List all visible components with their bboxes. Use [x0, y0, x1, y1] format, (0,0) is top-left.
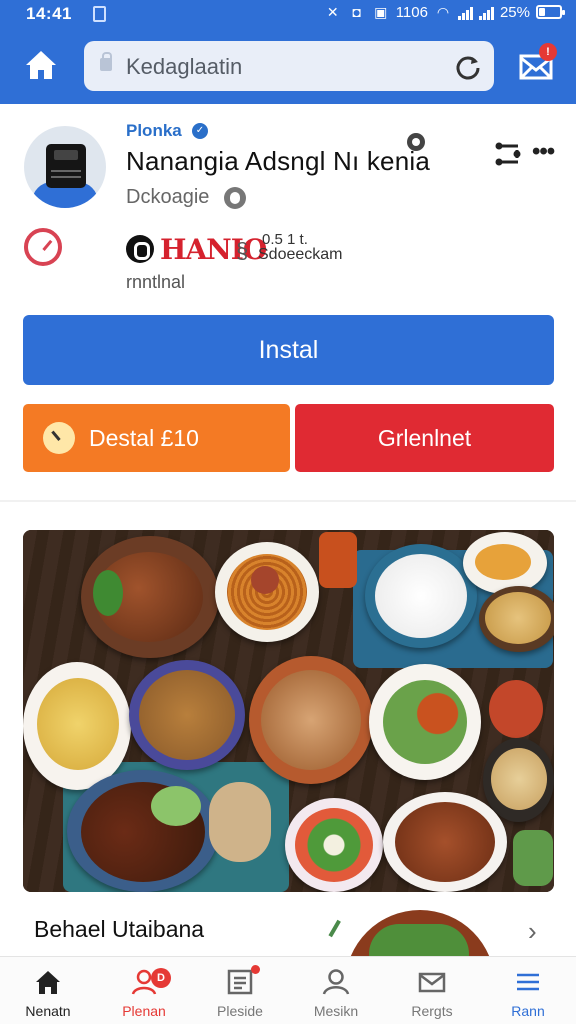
- nav-item-profile[interactable]: Mesikn: [288, 957, 384, 1024]
- rating-icon: [24, 228, 62, 266]
- food-greens: [93, 570, 123, 616]
- nav-label: Mesikn: [313, 1003, 359, 1019]
- food-veg: [295, 808, 373, 882]
- food-mixed: [383, 680, 467, 764]
- home-nav-icon: [36, 971, 60, 994]
- food-salad: [475, 544, 531, 580]
- offer-button[interactable]: Destal £10: [23, 404, 290, 472]
- nav-label: Rergts: [411, 1003, 453, 1019]
- verified-icon: ✓: [192, 123, 208, 139]
- nav-item-plans[interactable]: D Plenan: [96, 957, 192, 1024]
- sub-label: rnntlnal: [126, 272, 186, 292]
- food-meatball: [251, 566, 279, 594]
- more-options-icon[interactable]: •••: [532, 138, 555, 166]
- app-icon-device: [46, 144, 86, 188]
- status-bar: 14:41 ✕ ◘ ▣ 1106 ◠ 25%: [0, 0, 576, 30]
- section-title[interactable]: Behael Utaibana: [34, 916, 204, 943]
- signal-icon: [457, 4, 473, 20]
- divider: [0, 500, 576, 502]
- app-icon: [24, 126, 106, 208]
- nav-dot: [251, 965, 260, 974]
- reload-icon[interactable]: [454, 53, 482, 81]
- brand-text: HANIO: [160, 233, 267, 266]
- nav-label: Nenatn: [25, 1003, 71, 1019]
- app-title: Nanangia Adsngl Nı kenia: [126, 146, 431, 176]
- mail-badge: !: [539, 43, 557, 61]
- top-app-bar: 14:41 ✕ ◘ ▣ 1106 ◠ 25% Kedaglaatin !: [0, 0, 576, 104]
- install-button[interactable]: Instal: [23, 315, 554, 385]
- edit-icon[interactable]: [328, 919, 350, 943]
- home-icon[interactable]: [22, 46, 60, 84]
- food-mushrooms: [209, 782, 271, 862]
- stat-label: Sdoeeckam: [258, 246, 343, 263]
- nav-label: Plenan: [122, 1003, 166, 1019]
- nav-item-home[interactable]: Nenatn: [0, 957, 96, 1024]
- nav-badge: D: [151, 968, 171, 988]
- bottom-navigation: Nenatn D Plenan Pleside Mesikn Rergts Ra…: [0, 956, 576, 1024]
- nfc-icon: ◘: [352, 4, 361, 20]
- sauce-glass: [489, 680, 543, 738]
- developer-name[interactable]: Plonka: [126, 121, 182, 141]
- app-category[interactable]: Dckoagie: [126, 186, 209, 209]
- address-text[interactable]: Kedaglaatin: [126, 54, 242, 80]
- image-notification-icon: [93, 6, 106, 22]
- clock-icon: [43, 422, 75, 454]
- network-label: 1106: [395, 3, 428, 21]
- globe-icon: [224, 187, 246, 209]
- food-potatoes: [485, 592, 551, 644]
- lock-icon: [100, 52, 112, 71]
- food-cucumber: [151, 786, 201, 826]
- food-grill: [395, 802, 495, 882]
- food-photo[interactable]: [23, 530, 554, 892]
- offer-button-label: Destal £10: [89, 425, 199, 451]
- nav-item-list[interactable]: Pleside: [192, 957, 288, 1024]
- sauce-jar: [319, 532, 357, 588]
- nav-label: Pleside: [217, 1003, 263, 1019]
- food-chicken: [261, 670, 361, 770]
- food-grains: [139, 670, 235, 760]
- food-plantain: [37, 678, 119, 770]
- secondary-action-button[interactable]: Grlenlnet: [295, 404, 554, 472]
- nav-label: Rann: [511, 1003, 545, 1019]
- sim-icon: ▣: [374, 4, 388, 20]
- envelope-icon: [418, 972, 446, 993]
- food-nuts: [491, 748, 547, 810]
- wifi-icon: ◠: [436, 4, 450, 20]
- share-icon[interactable]: [494, 141, 522, 167]
- user-icon: [322, 969, 350, 995]
- stat-icon: §: [236, 238, 249, 263]
- menu-icon: [517, 973, 539, 991]
- nav-item-menu[interactable]: Rann: [480, 957, 576, 1024]
- status-time: 14:41: [26, 4, 72, 23]
- chevron-right-icon[interactable]: ›: [528, 916, 537, 947]
- brand-logo-icon: [126, 235, 154, 263]
- battery-icon: [536, 5, 565, 19]
- battery-percent: 25%: [499, 3, 530, 21]
- nav-item-messages[interactable]: Rergts: [384, 957, 480, 1024]
- address-bar[interactable]: Kedaglaatin: [84, 41, 494, 91]
- food-side: [513, 830, 553, 886]
- signal-2-icon: [478, 4, 494, 20]
- mute-icon: ✕: [326, 4, 339, 20]
- status-icons: ✕ ◘ ▣ 1106 ◠ 25%: [324, 3, 565, 21]
- food-rice: [375, 554, 467, 638]
